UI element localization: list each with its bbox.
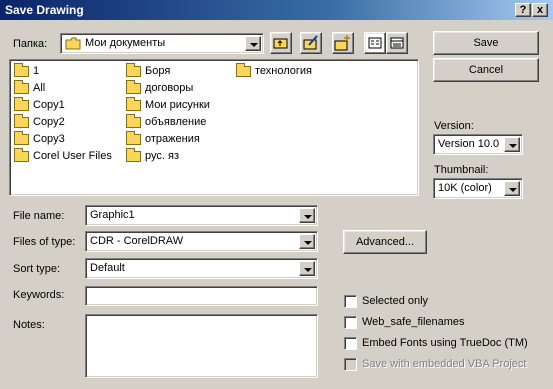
web-safe-label: Web_safe_filenames [362, 316, 465, 328]
folder-item[interactable]: 1 [14, 63, 114, 80]
advanced-button[interactable]: Advanced... [343, 230, 427, 254]
chevron-down-icon[interactable] [299, 234, 315, 249]
up-folder-icon [273, 38, 288, 49]
pen-folder-icon [303, 35, 318, 50]
keywords-label: Keywords: [13, 289, 65, 301]
folder-item[interactable]: Corel User Files [14, 148, 124, 165]
file-name-value: Graphic1 [90, 209, 135, 221]
folder-name: 1 [33, 65, 40, 77]
keywords-input[interactable] [85, 286, 318, 306]
folder-item[interactable]: Copy1 [14, 97, 114, 114]
version-label: Version: [434, 120, 474, 132]
chevron-down-icon[interactable] [299, 208, 315, 223]
folder-name: объявление [145, 116, 207, 128]
folder-item[interactable]: Боря [126, 63, 226, 80]
folder-icon [126, 97, 141, 111]
save-button[interactable]: Save [433, 31, 539, 55]
folder-item[interactable]: отражения [126, 131, 226, 148]
chevron-down-icon[interactable] [504, 137, 520, 152]
file-list[interactable]: 1 All Copy1 Copy2 Copy3 Corel User Files… [9, 59, 419, 196]
file-type-select[interactable]: CDR - CorelDRAW [85, 231, 318, 252]
selected-only-checkbox[interactable] [344, 295, 357, 308]
folder-name: договоры [145, 82, 194, 94]
details-view-icon [390, 37, 404, 49]
folder-icon [126, 80, 141, 94]
chevron-down-icon[interactable] [504, 181, 520, 196]
folder-icon [236, 63, 251, 77]
notes-textarea[interactable] [85, 314, 318, 378]
folder-icon [14, 63, 29, 77]
version-select[interactable]: Version 10.0 [433, 134, 523, 155]
window-title: Save Drawing [5, 3, 84, 17]
folder-name: Copy3 [33, 133, 65, 145]
thumbnail-value: 10K (color) [438, 182, 492, 194]
new-folder-icon [334, 35, 350, 51]
folder-icon [126, 131, 141, 145]
folder-name: Боря [145, 65, 171, 77]
folder-name: Corel User Files [33, 150, 112, 162]
folder-name: технология [255, 65, 313, 77]
file-name-label: File name: [13, 210, 65, 222]
folder-name: All [33, 82, 46, 94]
file-type-value: CDR - CorelDRAW [90, 235, 184, 247]
folder-item[interactable]: Copy2 [14, 114, 114, 131]
file-name-combo[interactable]: Graphic1 [85, 205, 318, 226]
chevron-down-icon[interactable] [245, 36, 261, 51]
notes-label: Notes: [13, 319, 45, 331]
help-button[interactable]: ? [515, 3, 531, 17]
folder-icon [126, 63, 141, 77]
new-folder-button[interactable] [332, 32, 354, 54]
vba-checkbox [344, 358, 357, 371]
folder-name: Copy1 [33, 99, 65, 111]
location-combo[interactable]: Мои документы [60, 33, 264, 54]
folder-item[interactable]: технология [236, 63, 346, 80]
close-button[interactable]: x [532, 3, 548, 17]
embed-fonts-label: Embed Fonts using TrueDoc (TM) [362, 337, 528, 349]
folder-item[interactable]: All [14, 80, 114, 97]
location-value: Мои документы [85, 37, 166, 49]
folder-icon [14, 80, 29, 94]
embed-fonts-checkbox[interactable] [344, 337, 357, 350]
vba-label: Save with embedded VBA Project [362, 358, 527, 370]
details-view-button[interactable] [386, 32, 408, 54]
folder-item[interactable]: Copy3 [14, 131, 114, 148]
thumbnail-label: Thumbnail: [434, 164, 489, 176]
folder-item[interactable]: объявление [126, 114, 226, 131]
thumbnail-select[interactable]: 10K (color) [433, 178, 523, 199]
folder-icon [14, 114, 29, 128]
selected-only-label: Selected only [362, 295, 429, 307]
up-one-level-button[interactable] [270, 32, 292, 54]
list-view-icon [368, 37, 382, 49]
folder-item[interactable]: договоры [126, 80, 226, 97]
folder-icon [14, 131, 29, 145]
folder-item[interactable]: рус. яз [126, 148, 226, 165]
location-label: Папка: [13, 38, 48, 50]
favorites-button[interactable] [300, 32, 322, 54]
folder-name: отражения [145, 133, 200, 145]
list-view-button[interactable] [364, 32, 386, 54]
folder-name: рус. яз [145, 150, 179, 162]
cancel-button[interactable]: Cancel [433, 58, 539, 82]
folder-item[interactable]: Мои рисунки [126, 97, 226, 114]
folder-icon [14, 148, 29, 162]
folder-icon [14, 97, 29, 111]
folder-icon [65, 37, 81, 50]
web-safe-checkbox[interactable] [344, 316, 357, 329]
sort-type-select[interactable]: Default [85, 258, 318, 279]
sort-type-label: Sort type: [13, 263, 61, 275]
version-value: Version 10.0 [438, 138, 500, 150]
folder-icon [126, 114, 141, 128]
folder-icon [126, 148, 141, 162]
sort-type-value: Default [90, 262, 125, 274]
chevron-down-icon[interactable] [299, 261, 315, 276]
folder-name: Мои рисунки [145, 99, 210, 111]
file-type-label: Files of type: [13, 236, 76, 248]
title-bar: Save Drawing ? x [0, 0, 553, 20]
folder-name: Copy2 [33, 116, 65, 128]
